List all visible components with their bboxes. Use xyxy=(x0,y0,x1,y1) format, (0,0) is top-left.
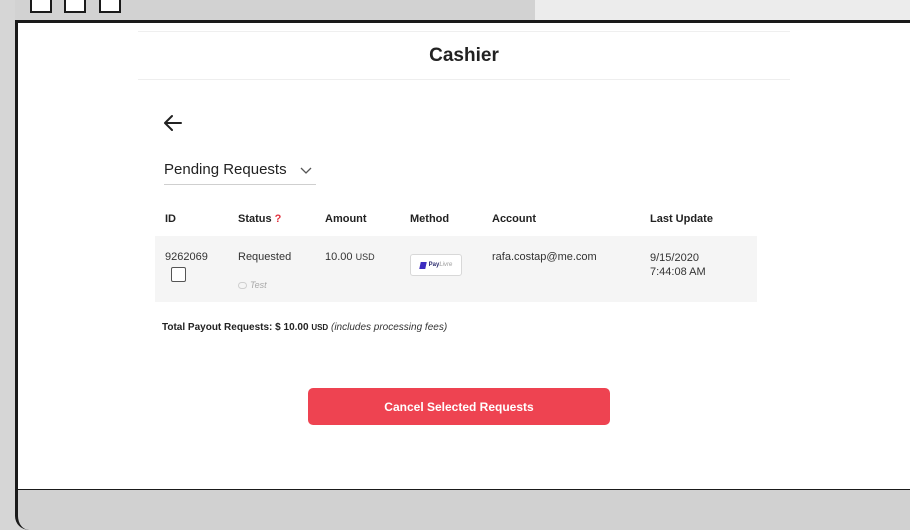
request-last-update-time: 7:44:08 AM xyxy=(650,266,706,278)
total-payout-summary: Total Payout Requests: $ 10.00 USD (incl… xyxy=(162,322,447,333)
request-account: rafa.costap@me.com xyxy=(492,251,597,263)
payment-method-brand-suffix: Livre xyxy=(439,262,453,268)
column-header-method: Method xyxy=(410,213,450,225)
paylivre-logo-icon xyxy=(418,261,427,269)
window-control-button[interactable] xyxy=(64,0,86,13)
cancel-selected-requests-button[interactable]: Cancel Selected Requests xyxy=(308,388,610,425)
select-request-checkbox[interactable] xyxy=(171,267,186,282)
comment-icon xyxy=(238,282,247,290)
request-last-update-date: 9/15/2020 xyxy=(650,252,699,264)
request-note: Test xyxy=(238,280,267,290)
column-header-status: Status? xyxy=(238,213,281,225)
column-header-amount: Amount xyxy=(325,213,367,225)
column-header-account: Account xyxy=(492,213,536,225)
request-amount-value: 10.00 xyxy=(325,251,353,263)
request-amount-currency: USD xyxy=(355,252,375,262)
total-payout-currency: USD xyxy=(311,323,329,332)
request-filter-value: Pending Requests xyxy=(164,161,287,178)
back-arrow-icon[interactable] xyxy=(162,113,184,133)
request-note-text: Test xyxy=(250,280,267,290)
request-filter-dropdown[interactable]: Pending Requests xyxy=(164,161,316,185)
total-payout-label: Total Payout Requests: $ 10.00 xyxy=(162,322,309,333)
request-amount: 10.00 USD xyxy=(325,251,375,263)
device-bottom-bar xyxy=(15,490,910,530)
column-header-id: ID xyxy=(165,213,176,225)
status-help-icon[interactable]: ? xyxy=(275,213,282,225)
device-frame: Cashier Pending Requests ID Status? Amou… xyxy=(0,0,910,530)
payment-method-logo: Pay Livre xyxy=(410,254,462,276)
window-control-button[interactable] xyxy=(30,0,52,13)
column-header-last-update: Last Update xyxy=(650,213,713,225)
payment-method-brand: Pay xyxy=(428,262,440,268)
column-header-status-label: Status xyxy=(238,213,272,225)
browser-active-tab[interactable] xyxy=(15,0,535,22)
header-divider xyxy=(138,79,790,80)
total-payout-fees-note: (includes processing fees) xyxy=(330,322,448,333)
browser-viewport: Cashier Pending Requests ID Status? Amou… xyxy=(15,20,910,492)
window-control-button[interactable] xyxy=(99,0,121,13)
cashier-page: Cashier Pending Requests ID Status? Amou… xyxy=(18,23,910,489)
request-id: 9262069 xyxy=(165,251,208,263)
request-status: Requested xyxy=(238,251,292,263)
page-title: Cashier xyxy=(429,45,499,66)
table-row[interactable]: 9262069 Requested Test 10.00 USD Pay Livr… xyxy=(155,236,757,302)
browser-tab-bar xyxy=(15,0,910,22)
header-divider xyxy=(138,31,790,32)
request-last-update: 9/15/2020 7:44:08 AM xyxy=(650,251,706,279)
chevron-down-icon xyxy=(300,167,312,174)
